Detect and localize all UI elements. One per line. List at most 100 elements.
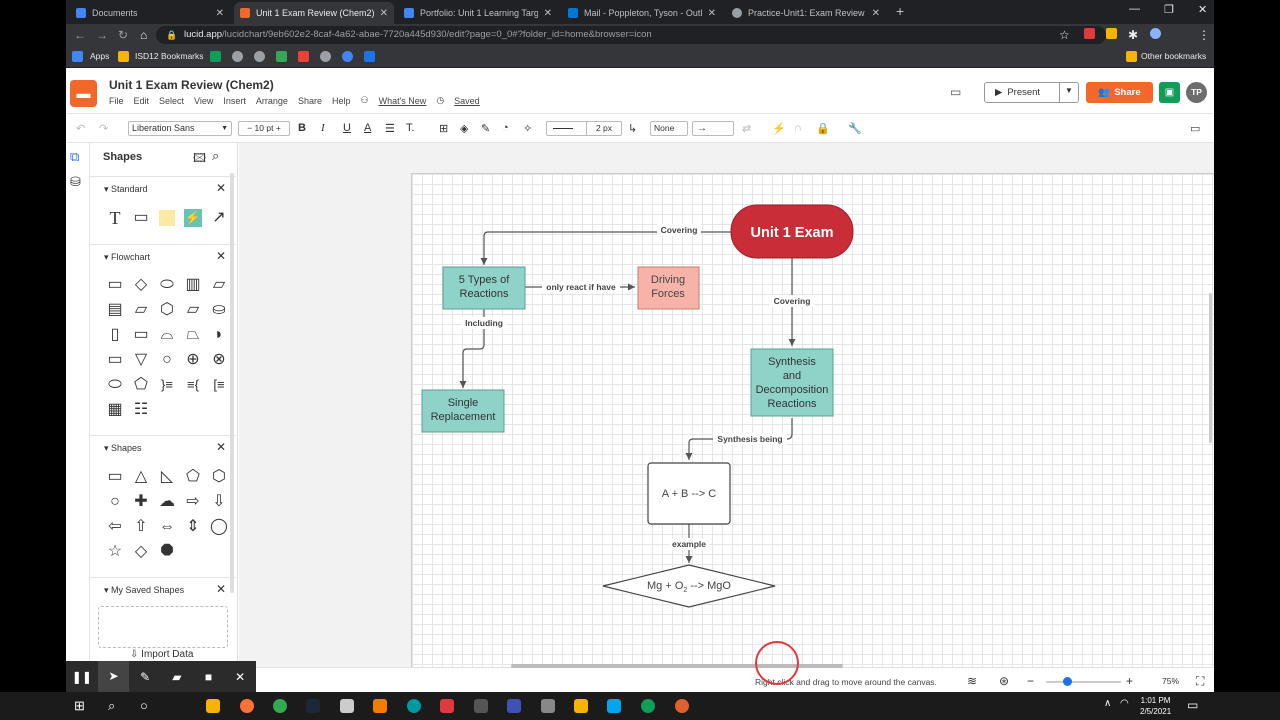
close-icon[interactable]: ✕ — [216, 440, 226, 454]
redo-icon[interactable]: ↷ — [99, 122, 108, 135]
bookmark-icon[interactable] — [364, 51, 375, 62]
file-explorer-icon[interactable] — [206, 699, 220, 713]
fill-color-icon[interactable]: ◈ — [460, 122, 468, 135]
hexagon-shape-icon[interactable]: ⬡ — [212, 468, 226, 485]
text-color-icon[interactable]: A — [364, 122, 371, 134]
cross-shape-icon[interactable]: ✚ — [134, 493, 147, 510]
underline-icon[interactable]: U — [343, 122, 351, 134]
note-shape-icon[interactable] — [159, 209, 175, 226]
list-shape-icon[interactable]: ☷ — [134, 401, 148, 418]
app-icon[interactable] — [675, 699, 689, 713]
tab-practice[interactable]: Practice-Unit1: Exam Review | Sch✕ — [726, 2, 886, 24]
align-icon[interactable]: ☰ — [385, 122, 395, 135]
drive-icon[interactable] — [276, 51, 287, 62]
bookmark-icon[interactable] — [254, 51, 265, 62]
highlighter-icon[interactable]: ▰ — [161, 670, 193, 684]
chevron-down-icon[interactable]: ▼ — [1065, 86, 1073, 95]
close-icon[interactable]: ✕ — [544, 8, 552, 19]
close-icon[interactable]: ✕ — [216, 582, 226, 596]
arrow-left-icon[interactable]: ⇦ — [108, 518, 121, 535]
font-size-stepper[interactable]: − 10 pt + — [238, 121, 290, 136]
more-menu-icon[interactable]: ⋮ — [1198, 28, 1210, 42]
manual-op-icon[interactable]: ⏢ — [187, 326, 200, 343]
section-flowchart[interactable]: ▾ Flowchart ✕ — [90, 244, 236, 268]
bookmark-apps[interactable]: Apps — [90, 51, 109, 61]
home-icon[interactable]: ⌂ — [140, 28, 147, 42]
connector-shape-icon[interactable]: ○ — [162, 351, 172, 368]
node-single-replacement[interactable]: Single Replacement — [421, 389, 505, 433]
lucid-logo-icon[interactable]: ▬ — [70, 80, 97, 107]
line-color-icon[interactable]: ✎ — [481, 122, 490, 135]
circle-shape-icon[interactable]: ○ — [110, 493, 120, 510]
fullscreen-icon[interactable]: ⛶ — [1196, 674, 1204, 689]
tab-documents[interactable]: Documents ✕ — [70, 2, 230, 24]
database-shape-icon[interactable]: ⛀ — [212, 301, 225, 318]
swap-icon[interactable]: ⇄ — [742, 122, 751, 135]
zoom-out-icon[interactable]: − — [1027, 674, 1034, 688]
bookmark-isd12[interactable]: ISD12 Bookmarks — [135, 51, 204, 61]
vertical-scrollbar[interactable] — [1209, 293, 1212, 443]
import-data-button[interactable]: ⇩ Import Data — [130, 649, 193, 660]
menu-help[interactable]: Help — [332, 96, 351, 106]
bold-icon[interactable]: B — [298, 122, 306, 134]
brace-note-icon[interactable]: }≡ — [161, 378, 173, 391]
octagon-shape-icon[interactable]: ⯃ — [161, 543, 174, 560]
circle-shape-icon[interactable]: ◯ — [210, 518, 228, 535]
menu-arrange[interactable]: Arrange — [256, 96, 288, 106]
whats-new-link[interactable]: What's New — [379, 96, 427, 106]
vlc-icon[interactable] — [373, 699, 387, 713]
search-icon[interactable]: ⌕ — [108, 698, 115, 714]
line-start-select[interactable]: None — [650, 121, 688, 136]
youtube-icon[interactable] — [298, 51, 309, 62]
decision-shape-icon[interactable]: ◇ — [135, 276, 147, 293]
internal-storage-icon[interactable]: ▤ — [107, 301, 122, 318]
arrow-down-icon[interactable]: ⇩ — [212, 493, 225, 510]
node-driving-forces[interactable]: Driving Forces — [637, 266, 700, 310]
layers-icon[interactable]: ≋ — [967, 674, 977, 688]
tab-lucidchart[interactable]: Unit 1 Exam Review (Chem2): Lu✕ — [234, 2, 394, 24]
panel-toggle-icon[interactable]: ▭ — [1190, 122, 1200, 135]
manual-input-icon[interactable]: ▭ — [107, 351, 122, 368]
app-icon[interactable] — [507, 699, 521, 713]
borders-icon[interactable]: ⊞ — [439, 122, 448, 135]
present-button[interactable]: ▶ Present ▼ — [984, 82, 1079, 103]
card-shape-icon[interactable]: ▱ — [135, 301, 147, 318]
menu-share[interactable]: Share — [298, 96, 322, 106]
zoom-slider[interactable] — [1046, 681, 1121, 683]
google-icon[interactable] — [342, 51, 353, 62]
connector-icon[interactable]: ↳ — [628, 122, 637, 135]
comment-icon[interactable]: ▭ — [950, 85, 961, 99]
extensions-puzzle-icon[interactable]: ✱ — [1128, 28, 1138, 42]
new-tab-button[interactable]: + — [896, 3, 904, 19]
arrow-right-icon[interactable]: ⇨ — [186, 493, 199, 510]
wrench-icon[interactable]: 🔧 — [848, 122, 862, 135]
arrow-up-icon[interactable]: ⇧ — [134, 518, 147, 535]
saved-shapes-dropzone[interactable] — [98, 606, 228, 648]
section-shapes[interactable]: ▾ Shapes ✕ — [90, 435, 236, 459]
brace-note-left-icon[interactable]: ≡{ — [187, 378, 199, 391]
close-icon[interactable]: ✕ — [216, 8, 224, 19]
menu-view[interactable]: View — [194, 96, 213, 106]
rectangle-shape-icon[interactable]: ▭ — [107, 468, 122, 485]
url-field[interactable]: 🔒 lucid.app/lucidchart/9eb602e2-8caf-4a62… — [156, 26, 1106, 44]
binoculars-icon[interactable]: ⚇ — [361, 95, 369, 106]
font-family-select[interactable]: Liberation Sans ▼ — [128, 121, 232, 136]
close-icon[interactable]: ✕ — [708, 8, 716, 19]
document-title[interactable]: Unit 1 Exam Review (Chem2) — [109, 78, 274, 92]
node-synthesis-decomposition[interactable]: Synthesis and Decomposition Reactions — [750, 348, 834, 417]
bookmark-icon[interactable] — [210, 51, 221, 62]
edge-exam-to-types[interactable] — [480, 231, 731, 265]
chrome-icon[interactable] — [273, 699, 287, 713]
tray-chevron-icon[interactable]: ∧ — [1104, 698, 1111, 709]
chrome-icon[interactable] — [641, 699, 655, 713]
close-icon[interactable]: ✕ — [216, 249, 226, 263]
close-icon[interactable]: ✕ — [224, 670, 256, 684]
search-icon[interactable]: ⌕ — [212, 148, 219, 164]
tab-mail[interactable]: Mail - Poppleton, Tyson - Outlook✕ — [562, 2, 722, 24]
summing-junction-icon[interactable]: ⊗ — [212, 351, 225, 368]
predefined-process-icon[interactable]: ▥ — [185, 276, 200, 293]
pen-icon[interactable]: ✎ — [129, 670, 161, 684]
merge-shape-icon[interactable]: ▽ — [135, 351, 147, 368]
app-icon[interactable] — [440, 699, 454, 713]
table-shape-icon[interactable]: ▦ — [107, 401, 122, 418]
